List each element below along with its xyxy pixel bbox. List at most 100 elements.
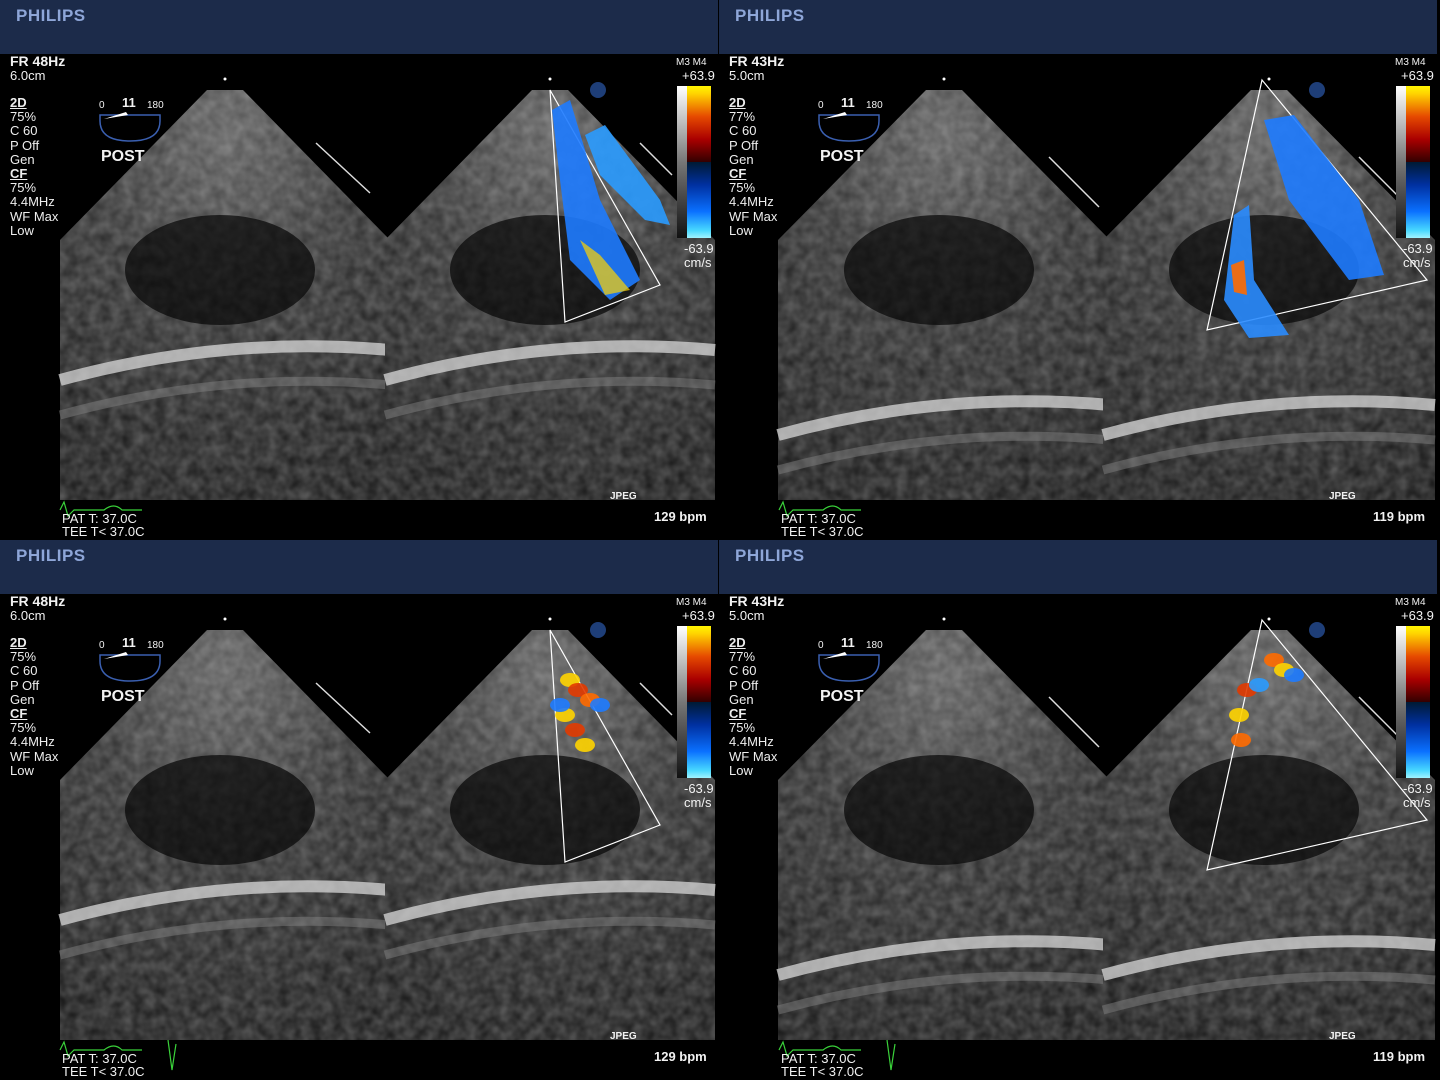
gain-2d: 77%: [729, 109, 756, 125]
scale-unit: cm/s: [684, 255, 712, 270]
format-label: JPEG: [1329, 491, 1356, 502]
flow-setting: Low: [10, 222, 34, 238]
orientation-label: POST: [101, 688, 145, 705]
gen: Gen: [10, 691, 35, 707]
angle-max: 180: [866, 640, 883, 651]
imaging-parameters: 2D 75% C 60 P Off Gen CF 75% 4.4MHz WF M…: [10, 95, 59, 238]
tee-temp: TEE T< 37.0C: [781, 1064, 864, 1079]
echo-panel: PHILIPS FR 43Hz 5.0cm 2D 77% C 60 P Off …: [719, 0, 1437, 539]
gain-cf: 75%: [10, 180, 37, 196]
tee-temp: TEE T< 37.0C: [781, 524, 864, 539]
scale-top: +63.9: [1401, 68, 1434, 83]
imaging-parameters: 2D 77% C 60 P Off Gen CF 75% 4.4MHz WF M…: [729, 95, 778, 238]
frame-rate: FR 48Hz: [10, 593, 66, 609]
mode-cf: CF: [729, 706, 747, 722]
frequency: 4.4MHz: [729, 194, 774, 210]
frame-rate: FR 48Hz: [10, 53, 66, 69]
flow-setting: Low: [10, 762, 34, 778]
angle-min: 0: [818, 640, 824, 651]
color-sector: [1101, 617, 1436, 1040]
compress: C 60: [10, 663, 38, 679]
mode-2d: 2D: [10, 95, 27, 110]
echo-panel: PHILIPS FR 43Hz 5.0cm 2D 77% C 60 P Off …: [719, 540, 1437, 1079]
mode-cf: CF: [729, 166, 747, 182]
doppler-indicator-icon: [1309, 82, 1325, 98]
ultrasound-image: [58, 617, 716, 1071]
imaging-parameters: 2D 75% C 60 P Off Gen CF 75% 4.4MHz WF M…: [10, 635, 59, 778]
compress: C 60: [729, 123, 757, 139]
heart-rate: 129 bpm: [654, 1049, 707, 1064]
format-label: JPEG: [1329, 1031, 1356, 1042]
format-label: JPEG: [610, 1031, 637, 1042]
doppler-indicator-icon: [590, 82, 606, 98]
frequency: 4.4MHz: [10, 194, 55, 210]
scale-top: +63.9: [1401, 608, 1434, 623]
angle-value: 11: [122, 635, 136, 650]
wall-filter: WF Max: [729, 748, 778, 764]
frequency: 4.4MHz: [10, 734, 55, 750]
scale-unit: cm/s: [684, 795, 712, 810]
orientation-label: POST: [101, 148, 145, 165]
format-label: JPEG: [610, 491, 637, 502]
angle-min: 0: [818, 100, 824, 111]
gain-2d: 75%: [10, 649, 37, 665]
color-sector: [383, 77, 716, 500]
mode-cf: CF: [10, 706, 28, 722]
frame-rate: FR 43Hz: [729, 53, 785, 69]
frequency: 4.4MHz: [729, 734, 774, 750]
angle-min: 0: [99, 100, 105, 111]
scale-unit: cm/s: [1403, 795, 1431, 810]
mode-2d: 2D: [10, 635, 27, 650]
angle-max: 180: [147, 100, 164, 111]
scale-bottom: -63.9: [684, 241, 714, 256]
scale-top: +63.9: [682, 68, 715, 83]
mode-2d: 2D: [729, 635, 746, 650]
imaging-parameters: 2D 77% C 60 P Off Gen CF 75% 4.4MHz WF M…: [729, 635, 778, 778]
gain-2d: 77%: [729, 649, 756, 665]
velocity-color-bar: [677, 86, 711, 238]
doppler-indicator-icon: [1309, 622, 1325, 638]
gen: Gen: [729, 151, 754, 167]
persistence: P Off: [10, 677, 40, 693]
compress: C 60: [10, 123, 38, 139]
flow-setting: Low: [729, 762, 753, 778]
flow-setting: Low: [729, 222, 753, 238]
angle-max: 180: [866, 100, 883, 111]
scale-unit: cm/s: [1403, 255, 1431, 270]
mode-2d: 2D: [729, 95, 746, 110]
gain-cf: 75%: [729, 720, 756, 736]
tee-temp: TEE T< 37.0C: [62, 1064, 145, 1079]
gen: Gen: [10, 151, 35, 167]
wall-filter: WF Max: [729, 208, 778, 224]
tee-temp: TEE T< 37.0C: [62, 524, 145, 539]
depth: 5.0cm: [729, 68, 765, 83]
velocity-color-bar: [677, 626, 711, 778]
depth: 5.0cm: [729, 608, 765, 623]
depth: 6.0cm: [10, 608, 46, 623]
depth: 6.0cm: [10, 68, 46, 83]
color-sector: [383, 617, 716, 1040]
angle-min: 0: [99, 640, 105, 651]
orientation-label: POST: [820, 688, 864, 705]
heart-rate: 119 bpm: [1373, 509, 1426, 524]
gen: Gen: [729, 691, 754, 707]
velocity-color-bar: [1396, 626, 1430, 778]
compress: C 60: [729, 663, 757, 679]
scale-bottom: -63.9: [1403, 781, 1433, 796]
persistence: P Off: [729, 137, 759, 153]
angle-value: 11: [841, 95, 855, 110]
echo-panel: PHILIPS FR 48Hz 6.0cm 2D 75% C 60 P Off …: [0, 0, 718, 539]
frame-rate: FR 43Hz: [729, 593, 785, 609]
wall-filter: WF Max: [10, 208, 59, 224]
heart-rate: 119 bpm: [1373, 1049, 1426, 1064]
wall-filter: WF Max: [10, 748, 59, 764]
angle-value: 11: [122, 95, 136, 110]
ultrasound-image: [58, 77, 716, 518]
gain-cf: 75%: [10, 720, 37, 736]
ultrasound-image: [776, 617, 1436, 1071]
heart-rate: 129 bpm: [654, 509, 707, 524]
persistence: P Off: [729, 677, 759, 693]
gain-cf: 75%: [729, 180, 756, 196]
scale-bottom: -63.9: [1403, 241, 1433, 256]
scale-bottom: -63.9: [684, 781, 714, 796]
